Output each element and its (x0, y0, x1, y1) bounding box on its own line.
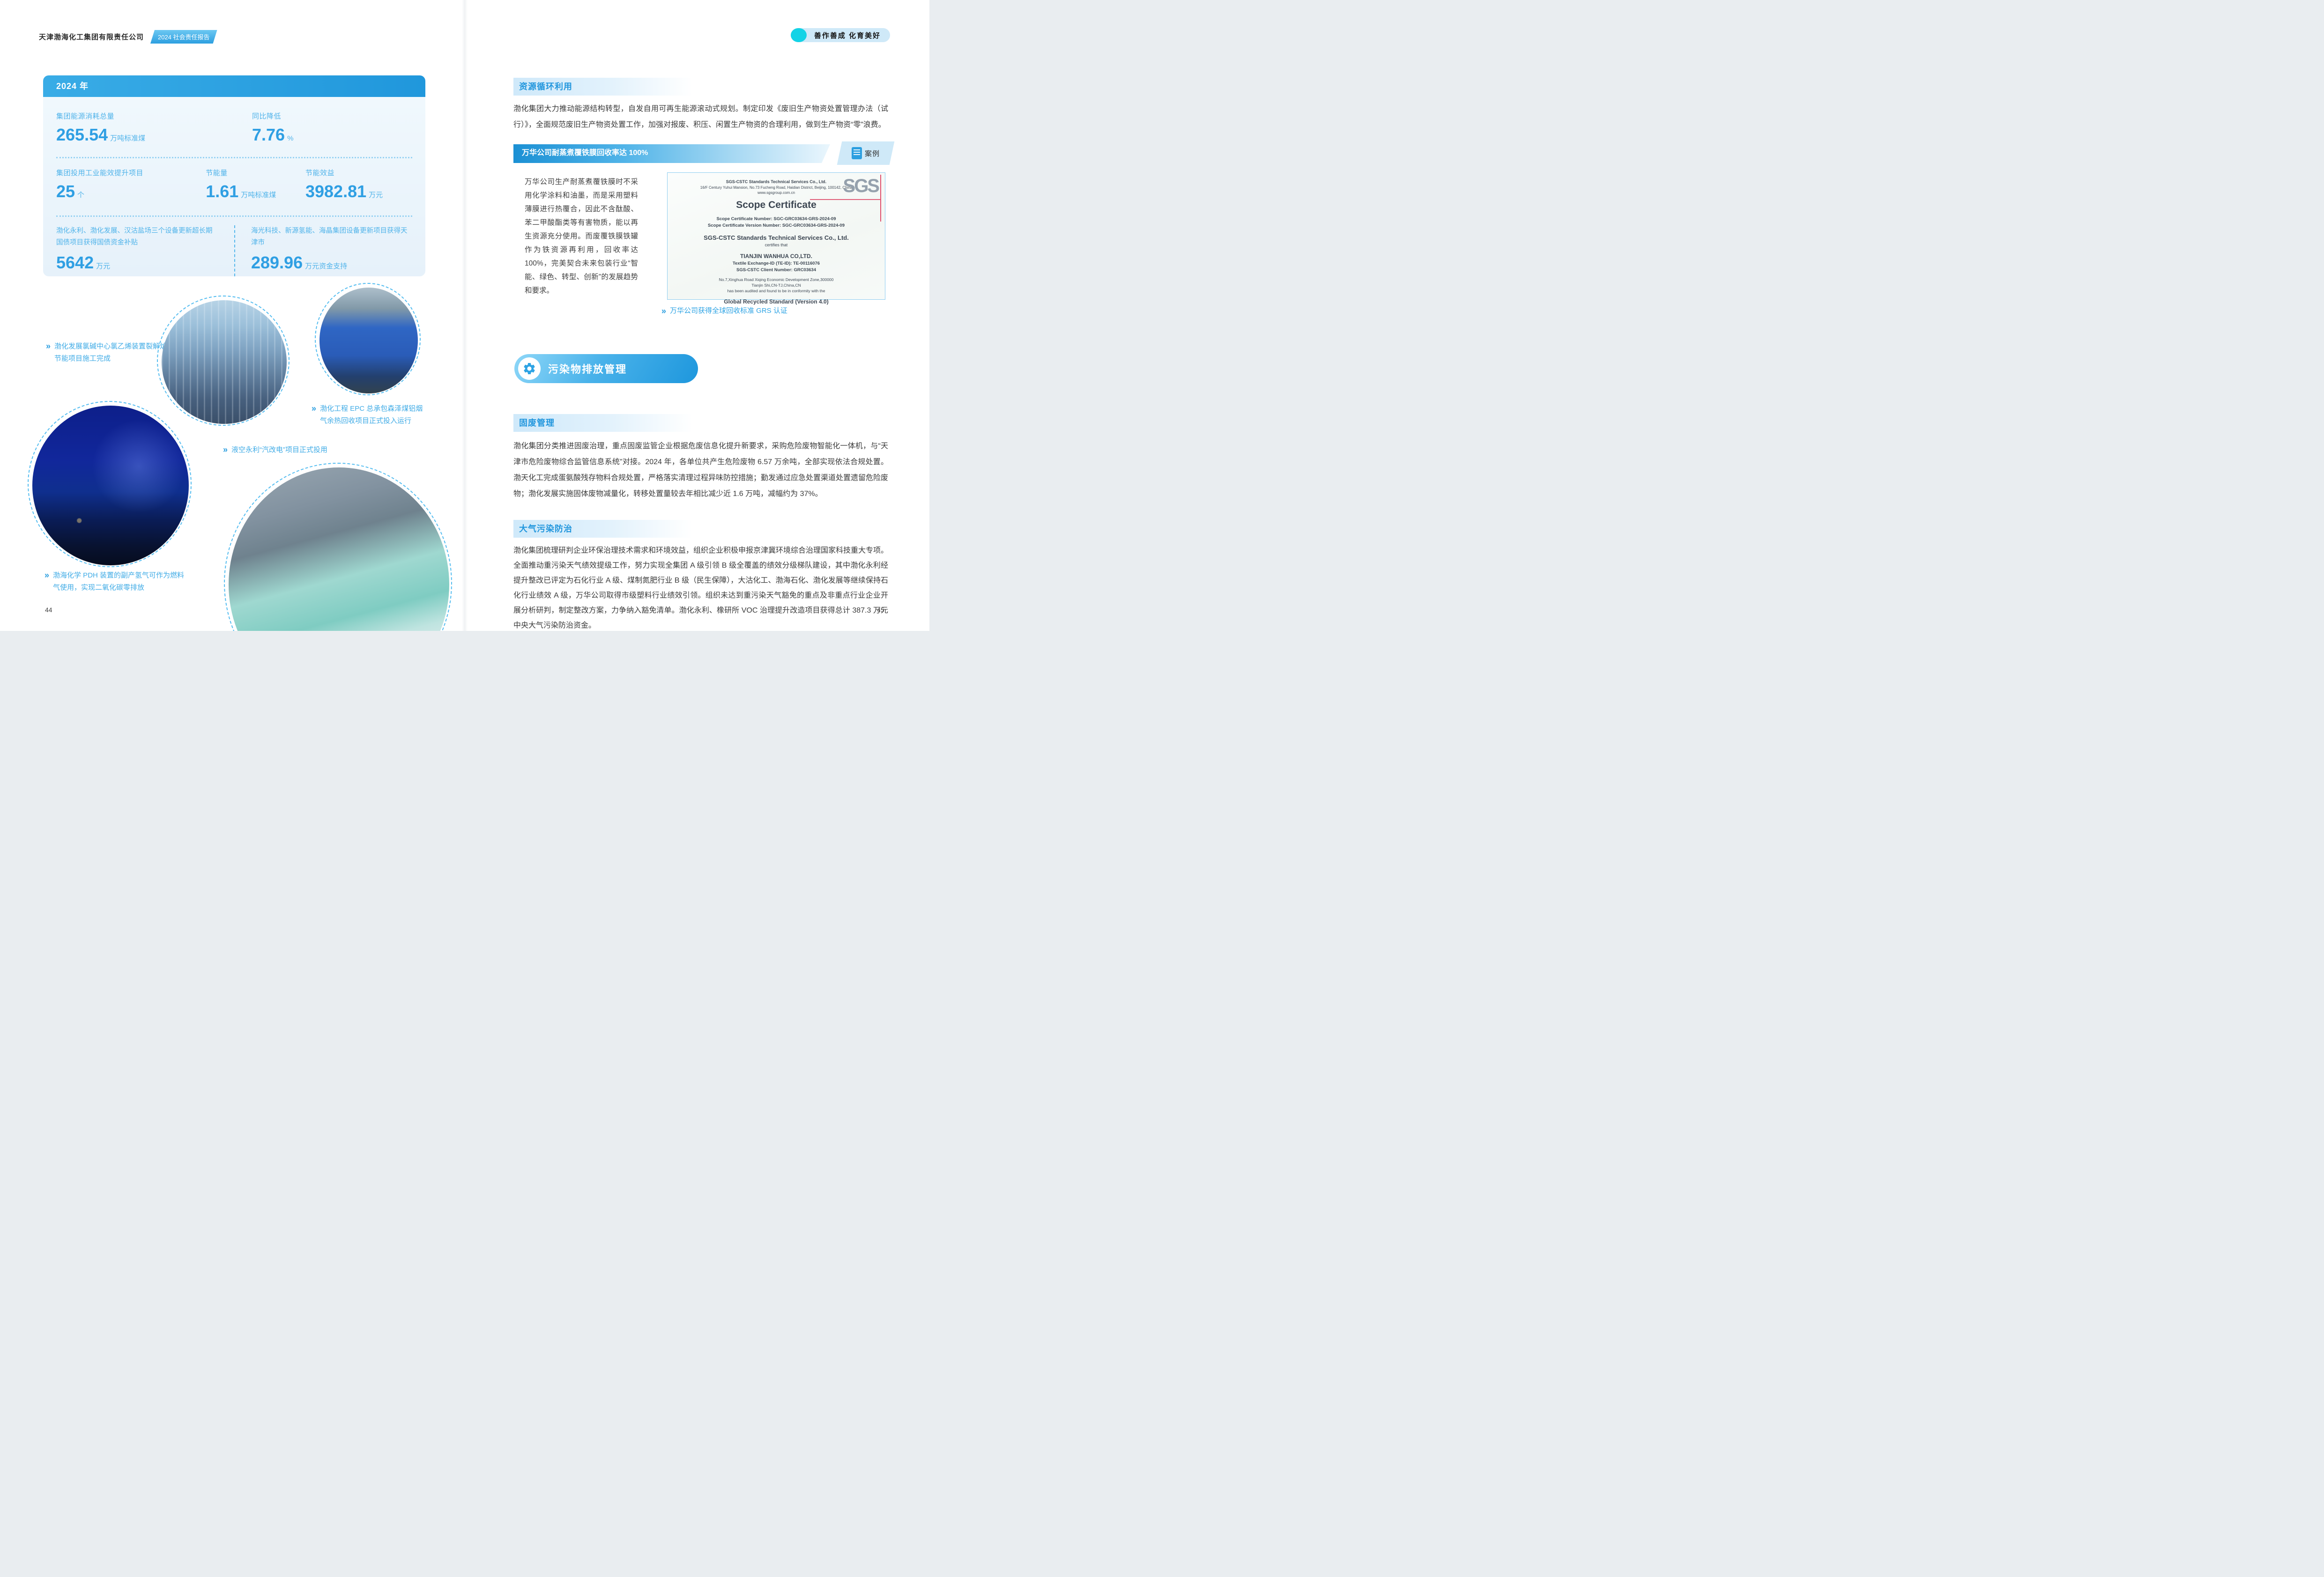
chevrons-icon: » (223, 444, 228, 456)
case-banner: 万华公司耐蒸煮覆铁膜回收率达 100% (513, 144, 830, 163)
caption-chlor-alkali: » 渤化发展氯碱中心氯乙烯装置裂解炉节能项目施工完成 (46, 341, 168, 365)
photo-blue-plant (319, 288, 418, 393)
page-number-left: 44 (45, 606, 52, 614)
cert-company-address: No.7,Xinghua Road Xiqing Economic Develo… (668, 277, 885, 282)
photo-refinery-day (162, 300, 287, 424)
pollution-management-banner: 污染物排放管理 (514, 354, 698, 383)
page-gutter (462, 0, 468, 631)
gear-icon (522, 362, 536, 376)
photo-plant-aerial (229, 467, 449, 631)
stats-card: 2024 年 集团能源消耗总量 265.54万吨标准煤 同比降低 7.76% 集… (43, 75, 425, 276)
stat-bond-subsidy: 渤化永利、渤化发展、汉沽盐场三个设备更新超长期国债项目获得国债资金补贴 5642… (56, 225, 234, 276)
stats-row-2: 集团投用工业能效提升项目 25个 节能量 1.61万吨标准煤 节能效益 3982… (56, 158, 412, 215)
case-badge-label: 案例 (865, 148, 880, 158)
cert-te-id: Textile Exchange-ID (TE-ID): TE-00116076 (668, 261, 885, 266)
dotted-separator (56, 157, 412, 158)
stat-city-fund: 海光科技、新源氢能、海晶集团设备更新项目获得天津市 289.96万元资金支持 (234, 225, 412, 276)
cert-certifier: SGS-CSTC Standards Technical Services Co… (668, 234, 885, 241)
cert-version-number: Scope Certificate Version Number: SGC-GR… (668, 223, 885, 228)
cert-company-address2: Tianjin Shi,CN-TJ,China,CN (668, 283, 885, 288)
cert-client-number: SGS-CSTC Client Number: GRC03634 (668, 267, 885, 273)
stats-card-body: 集团能源消耗总量 265.54万吨标准煤 同比降低 7.76% 集团投用工业能效… (43, 97, 425, 276)
cert-conformity: has been audited and found to be in conf… (668, 289, 885, 293)
stat-saving-benefit: 节能效益 3982.81万元 (305, 168, 412, 215)
case-body-text: 万华公司生产耐蒸煮覆铁膜时不采用化学涂料和油墨，而是采用塑料薄膜进行热覆合，因此… (525, 175, 638, 297)
photo-plant-night (32, 406, 189, 565)
report-year-badge: 2024 社会责任报告 (150, 30, 217, 44)
page-number-right: 45 (877, 606, 884, 614)
sgs-certificate: SGS SGS-CSTC Standards Technical Service… (667, 172, 885, 300)
section-title-resource-recycling: 资源循环利用 (513, 78, 692, 96)
chevrons-icon: » (45, 570, 49, 594)
slogan: 善作善成 化育美好 (814, 30, 881, 40)
caption-pdh-hydrogen: » 渤海化学 PDH 装置的副产氢气可作为燃料气使用，实现二氧化碳零排放 (45, 570, 185, 594)
chevrons-icon: » (312, 403, 316, 427)
sgs-red-line-vertical (880, 175, 881, 222)
stat-energy-consumption: 集团能源消耗总量 265.54万吨标准煤 (56, 111, 252, 157)
case-badge: 案例 (837, 141, 895, 165)
chevrons-icon: » (46, 341, 51, 365)
section-title-air-pollution: 大气污染防治 (513, 520, 692, 538)
paragraph-air-pollution: 渤化集团梳理研判企业环保治理技术需求和环境效益，组织企业积极申报京津冀环境综合治… (513, 543, 888, 631)
cert-number: Scope Certificate Number: SGC-GRC03634-G… (668, 216, 885, 222)
stats-row-1: 集团能源消耗总量 265.54万吨标准煤 同比降低 7.76% (56, 97, 412, 157)
caption-grs-certification: » 万华公司获得全球回收标准 GRS 认证 (661, 305, 787, 317)
paragraph-solid-waste: 渤化集团分类推进固废治理，重点固废监管企业根据危废信息化提升新要求，采购危险废物… (513, 438, 888, 502)
stat-yoy-decline: 同比降低 7.76% (252, 111, 412, 157)
report-spread: 天津渤海化工集团有限责任公司 2024 社会责任报告 2024 年 集团能源消耗… (0, 0, 929, 631)
pollution-management-title: 污染物排放管理 (548, 361, 627, 376)
sgs-logo: SGS (843, 177, 878, 195)
caption-epc-project: » 渤化工程 EPC 总承包森泽煤铝烟气余热回收项目正式投入运行 (312, 403, 429, 427)
header-left: 天津渤海化工集团有限责任公司 2024 社会责任报告 (39, 30, 217, 44)
caption-steam-to-electric: » 液空永利“汽改电”项目正式投用 (223, 444, 373, 456)
sgs-red-line-horizontal (810, 199, 880, 200)
company-name: 天津渤海化工集团有限责任公司 (39, 32, 144, 42)
cert-company: TIANJIN WANHUA CO,LTD. (668, 253, 885, 259)
stats-row-3: 渤化永利、渤化发展、汉沽盐场三个设备更新超长期国债项目获得国债资金补贴 5642… (56, 217, 412, 276)
cyan-dot-icon (791, 28, 807, 42)
case-document-icon (852, 147, 862, 159)
paragraph-resource-recycling: 渤化集团大力推动能源结构转型，自发自用可再生能源滚动式规划。制定印发《废旧生产物… (513, 101, 888, 133)
chevrons-icon: » (661, 305, 666, 317)
stat-projects: 集团投用工业能效提升项目 25个 (56, 168, 206, 215)
section-title-solid-waste: 固废管理 (513, 414, 692, 432)
cert-standard: Global Recycled Standard (Version 4.0) (668, 298, 885, 305)
gear-icon-circle (518, 357, 541, 380)
stat-energy-saved: 节能量 1.61万吨标准煤 (206, 168, 305, 215)
cert-certifies-that: certifies that (668, 243, 885, 247)
header-right: 善作善成 化育美好 (791, 28, 890, 42)
stats-card-year: 2024 年 (43, 75, 425, 97)
cert-title: Scope Certificate (668, 200, 885, 211)
dotted-separator (56, 215, 412, 217)
